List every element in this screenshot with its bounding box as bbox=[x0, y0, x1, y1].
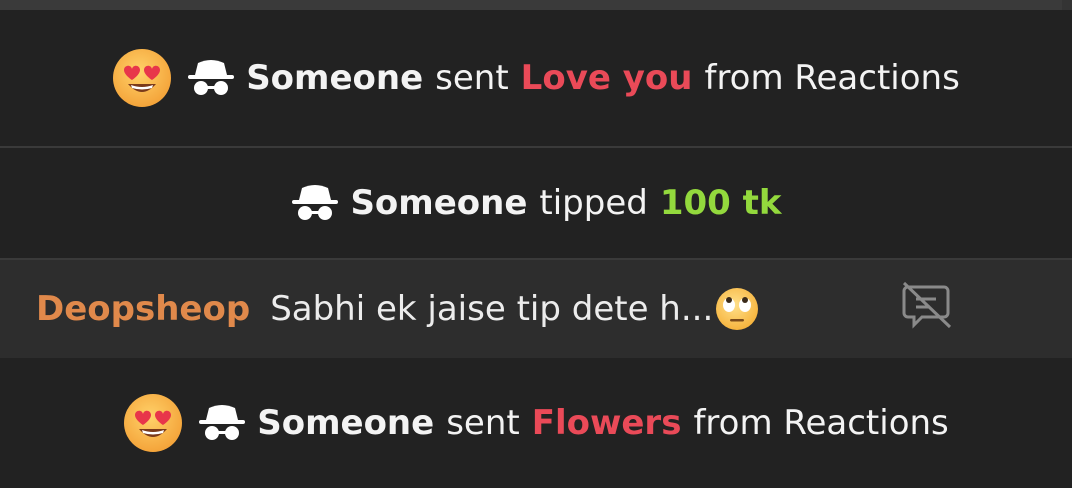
incognito-icon bbox=[292, 185, 339, 220]
top-edge-shade bbox=[0, 0, 1062, 10]
chat-message-row: Deopsheop Sabhi ek jaise tip dete h... bbox=[0, 260, 1072, 358]
event-line: Someone tipped 100 tk bbox=[290, 183, 782, 223]
incognito-icon bbox=[188, 60, 235, 95]
top-edge-bar bbox=[0, 0, 1072, 10]
hide-message-icon[interactable] bbox=[896, 277, 956, 333]
event-username[interactable]: Someone bbox=[350, 183, 527, 223]
event-line: Someone sent Flowers from Reactions bbox=[123, 393, 949, 453]
incognito-icon bbox=[199, 405, 246, 440]
heart-eyes-emoji-icon bbox=[124, 394, 183, 452]
event-row-love-you: Someone sent Love you from Reactions bbox=[0, 10, 1072, 146]
chat-username[interactable]: Deopsheop bbox=[36, 289, 250, 329]
event-verb: sent bbox=[435, 58, 509, 98]
event-username[interactable]: Someone bbox=[246, 58, 423, 98]
event-row-flowers: Someone sent Flowers from Reactions bbox=[0, 358, 1072, 488]
tip-amount: 100 tk bbox=[659, 183, 782, 223]
heart-eyes-emoji-icon bbox=[113, 49, 172, 107]
chat-message-text: Sabhi ek jaise tip dete h... bbox=[270, 289, 714, 329]
event-source: from Reactions bbox=[693, 403, 949, 443]
event-gift-name: Love you bbox=[520, 58, 693, 98]
event-source: from Reactions bbox=[704, 58, 960, 98]
event-row-tip: Someone tipped 100 tk bbox=[0, 148, 1072, 258]
event-gift-name: Flowers bbox=[531, 403, 682, 443]
event-line: Someone sent Love you from Reactions bbox=[112, 48, 960, 108]
event-verb: sent bbox=[446, 403, 520, 443]
event-username[interactable]: Someone bbox=[257, 403, 434, 443]
eye-roll-emoji-icon bbox=[716, 288, 759, 330]
event-verb: tipped bbox=[539, 183, 648, 223]
